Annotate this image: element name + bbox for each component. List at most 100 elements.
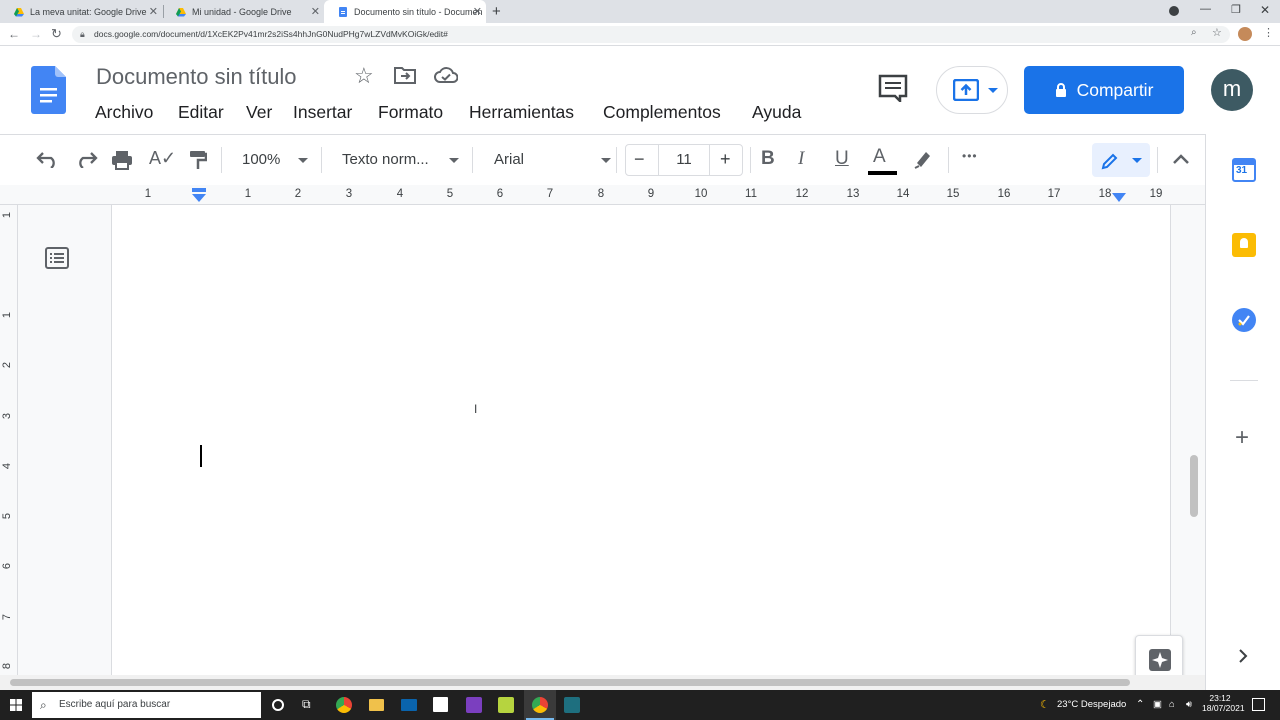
- chevron-down-icon[interactable]: [988, 88, 998, 93]
- bold-button[interactable]: B: [761, 148, 775, 170]
- forward-arrow-icon[interactable]: →: [30, 27, 42, 41]
- account-avatar[interactable]: m: [1211, 69, 1253, 111]
- restore-icon[interactable]: ❐: [1231, 3, 1241, 16]
- plus-icon[interactable]: +: [720, 149, 731, 170]
- browser-menu-icon[interactable]: ⋮: [1263, 26, 1274, 39]
- ruler-number: 1: [1, 211, 14, 219]
- document-title[interactable]: Documento sin título: [96, 64, 297, 90]
- menu-archivo[interactable]: Archivo: [95, 102, 153, 123]
- chevron-up-icon[interactable]: ⌃: [1136, 699, 1144, 710]
- keep-icon[interactable]: [1232, 233, 1256, 257]
- window-close-icon[interactable]: ✕: [1260, 3, 1270, 17]
- volume-icon[interactable]: 🔊︎: [1186, 699, 1192, 710]
- font-select[interactable]: Arial: [494, 151, 524, 168]
- underline-button[interactable]: U: [835, 148, 849, 170]
- terminal-app-icon[interactable]: [564, 697, 580, 713]
- horizontal-ruler: 1 1 2 3 4 5 6 7 8 9 10 11 12 13 14 15 16…: [0, 185, 1205, 205]
- tasks-icon[interactable]: [1232, 308, 1256, 332]
- share-button[interactable]: Compartir: [1024, 66, 1184, 114]
- windows-start-icon[interactable]: [10, 699, 22, 711]
- search-placeholder: Escribe aquí para buscar: [59, 699, 171, 710]
- taskbar-search-box[interactable]: ⌕ Escribe aquí para buscar: [32, 692, 261, 718]
- paragraph-style-select[interactable]: Texto norm...: [342, 151, 429, 168]
- weather-text[interactable]: 23°C Despejado: [1057, 699, 1126, 710]
- chrome-app-icon[interactable]: [336, 697, 352, 713]
- add-addon-plus-icon[interactable]: +: [1235, 424, 1249, 452]
- menu-ayuda[interactable]: Ayuda: [752, 102, 801, 123]
- present-button[interactable]: [936, 66, 1008, 114]
- undo-icon[interactable]: [36, 152, 60, 168]
- address-bar-row: ← → ↻ 🔒︎ docs.google.com/document/d/1XcE…: [0, 23, 1280, 46]
- store-icon[interactable]: [433, 697, 448, 712]
- chevron-up-icon[interactable]: [1173, 154, 1189, 164]
- chevron-right-icon[interactable]: [1238, 648, 1248, 664]
- mail-icon[interactable]: [401, 699, 417, 711]
- chrome-app-icon: [532, 697, 548, 713]
- right-indent-marker-icon[interactable]: [1112, 193, 1126, 202]
- text-color-swatch: [868, 171, 897, 175]
- close-icon[interactable]: ✕: [311, 5, 320, 18]
- editing-mode-button[interactable]: [1092, 143, 1150, 177]
- cortana-icon[interactable]: [272, 699, 284, 711]
- toolbar-divider: [221, 147, 222, 173]
- app-icon[interactable]: [498, 697, 514, 713]
- close-icon[interactable]: ✕: [473, 5, 482, 18]
- more-options-icon[interactable]: •••: [962, 149, 978, 163]
- spellcheck-icon[interactable]: A✓: [149, 148, 176, 169]
- text-color-button[interactable]: A: [873, 146, 886, 168]
- close-icon[interactable]: ✕: [149, 5, 158, 18]
- vertical-scrollbar-thumb[interactable]: [1190, 455, 1198, 517]
- paint-format-icon[interactable]: [189, 150, 207, 170]
- menu-herramientas[interactable]: Herramientas: [469, 102, 574, 123]
- minimize-icon[interactable]: —: [1200, 3, 1211, 15]
- reload-icon[interactable]: ↻: [51, 26, 62, 42]
- docs-logo-icon[interactable]: [31, 66, 66, 114]
- minus-icon[interactable]: −: [634, 149, 645, 170]
- italic-button[interactable]: I: [798, 148, 804, 170]
- horizontal-scrollbar[interactable]: [0, 675, 1205, 690]
- profile-avatar[interactable]: [1238, 27, 1252, 41]
- browser-tab-drive-ca[interactable]: La meva unitat: Google Drive ✕: [0, 0, 162, 23]
- task-view-icon[interactable]: ⧉: [302, 697, 311, 712]
- horizontal-scrollbar-thumb[interactable]: [10, 679, 1130, 686]
- menu-insertar[interactable]: Insertar: [293, 102, 352, 123]
- font-size-input[interactable]: 11: [658, 145, 710, 175]
- document-outline-icon[interactable]: [45, 247, 69, 269]
- highlight-pen-icon[interactable]: [913, 149, 933, 169]
- file-explorer-icon[interactable]: [369, 699, 384, 711]
- browser-tab-drive-es[interactable]: Mi unidad - Google Drive ✕: [162, 0, 324, 23]
- network-icon[interactable]: ⌂: [1169, 699, 1175, 710]
- comments-icon[interactable]: [878, 74, 908, 102]
- zoom-lens-icon[interactable]: ⌕: [1191, 27, 1197, 38]
- star-icon[interactable]: ☆: [354, 63, 374, 89]
- redo-icon[interactable]: [74, 152, 98, 168]
- clock[interactable]: 23:12 18/07/2021: [1202, 693, 1245, 713]
- active-chrome-taskbar-item[interactable]: [524, 690, 556, 720]
- browser-tab-document[interactable]: Documento sin título - Documen ✕: [324, 0, 486, 23]
- menu-complementos[interactable]: Complementos: [603, 102, 721, 123]
- menu-editar[interactable]: Editar: [178, 102, 224, 123]
- ruler-number: 5: [446, 188, 454, 200]
- menu-formato[interactable]: Formato: [378, 102, 443, 123]
- lock-icon: [1055, 82, 1066, 97]
- explore-button[interactable]: [1135, 635, 1183, 675]
- cloud-status-icon[interactable]: [434, 67, 458, 83]
- print-icon[interactable]: [111, 150, 133, 170]
- notifications-icon[interactable]: [1252, 698, 1265, 711]
- menu-ver[interactable]: Ver: [246, 102, 272, 123]
- document-page[interactable]: I: [111, 205, 1171, 675]
- chevron-down-icon[interactable]: [601, 158, 611, 163]
- chevron-down-icon[interactable]: [298, 158, 308, 163]
- tray-app-icon[interactable]: ▣: [1153, 699, 1162, 710]
- back-arrow-icon[interactable]: ←: [8, 27, 20, 41]
- tab-search-icon[interactable]: [1169, 6, 1179, 16]
- new-tab-plus-icon[interactable]: +: [492, 3, 501, 20]
- bookmark-star-icon[interactable]: ☆: [1212, 26, 1222, 39]
- indent-marker-icon[interactable]: [191, 188, 207, 203]
- move-folder-icon[interactable]: [394, 66, 416, 84]
- calendar-icon[interactable]: 31: [1232, 158, 1256, 182]
- chevron-down-icon[interactable]: [449, 158, 459, 163]
- visual-studio-icon[interactable]: [466, 697, 482, 713]
- url-field[interactable]: 🔒︎ docs.google.com/document/d/1XcEK2Pv41…: [72, 26, 1230, 43]
- zoom-select[interactable]: 100%: [242, 151, 280, 168]
